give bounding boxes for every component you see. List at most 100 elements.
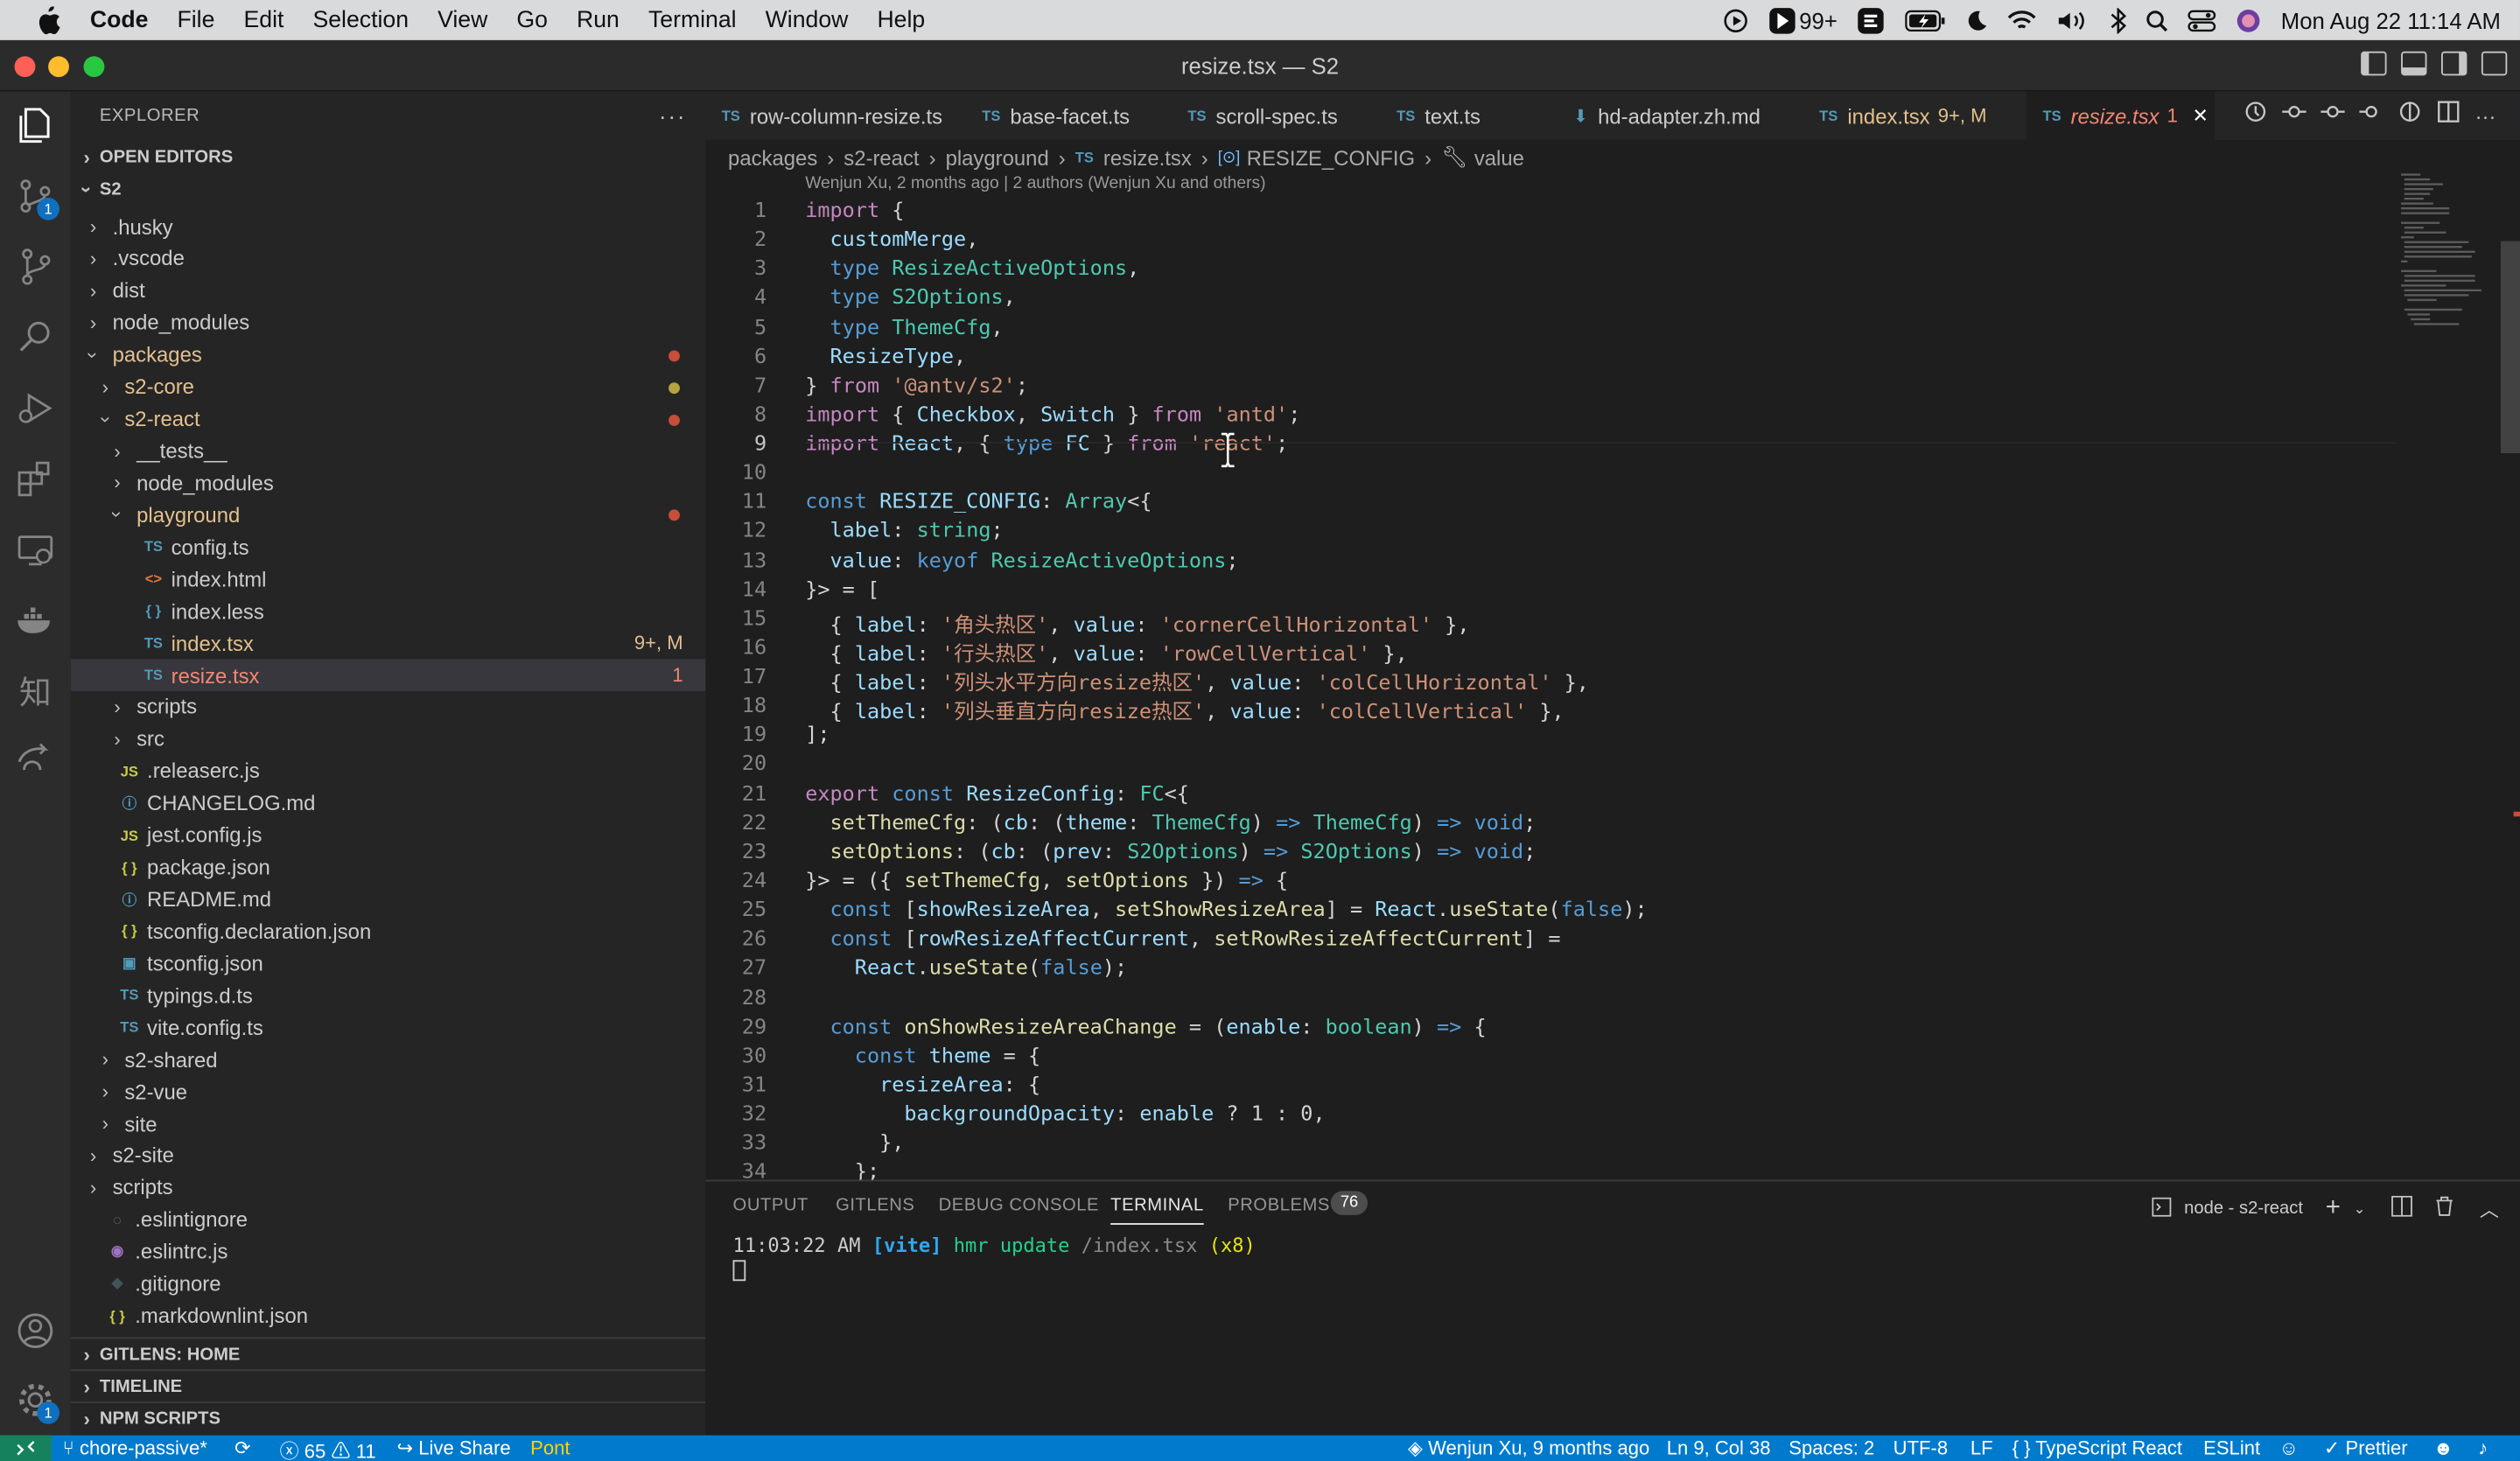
explorer-icon[interactable] [15,104,57,146]
editor-tab[interactable]: TS scroll-spec.ts [1172,92,1381,140]
tree-folder[interactable]: › packages [71,339,706,371]
breadcrumb-item[interactable]: value [1474,145,1524,170]
terminal-name[interactable]: node - s2-react [2184,1199,2303,1219]
tree-file[interactable]: { } tsconfig.declaration.json [71,915,706,947]
tree-folder[interactable]: › scripts [71,691,706,724]
codelens-blame[interactable]: Wenjun Xu, 2 months ago | 2 authors (Wen… [805,173,1265,192]
code-line[interactable]: { label: '列头垂直方向resize热区', value: 'colCe… [805,695,1564,725]
code-line[interactable]: setOptions: (cb: (prev: S2Options) => S2… [805,841,1536,865]
play-circle-icon[interactable] [1722,7,1747,32]
tree-file[interactable]: ▣ tsconfig.json [71,947,706,980]
sync-icon[interactable]: ⟳ [234,1437,250,1459]
tree-folder[interactable]: › s2-react [71,402,706,435]
code-line[interactable]: type ThemeCfg, [805,316,1003,340]
tree-folder[interactable]: › s2-vue [71,1075,706,1108]
code-line[interactable]: ]; [805,724,830,748]
panel-tab-gitlens[interactable]: GITLENS [836,1196,914,1215]
menu-go[interactable]: Go [502,7,563,32]
tree-file[interactable]: ◉ .eslintrc.js [71,1235,706,1268]
next-revision-icon[interactable] [2359,100,2384,132]
breadcrumb-item[interactable]: playground [946,145,1049,170]
tree-file[interactable]: { } package.json [71,851,706,884]
tree-folder[interactable]: › s2-site [71,1140,706,1172]
cursor-position[interactable]: Ln 9, Col 38 [1667,1437,1771,1459]
pont-status[interactable]: Pont [530,1437,570,1459]
panel-tab-terminal[interactable]: TERMINAL [1110,1196,1204,1225]
code-line[interactable]: }, [805,1132,904,1157]
code-line[interactable]: const [rowResizeAffectCurrent, setRowRes… [805,928,1560,953]
tree-file[interactable]: ◌ .eslintignore [71,1204,706,1236]
tree-folder[interactable]: › playground [71,499,706,531]
end-of-line[interactable]: LF [1970,1437,1993,1459]
new-terminal-icon[interactable]: + [2326,1194,2341,1223]
editor-tab[interactable]: TS base-facet.ts [966,92,1172,140]
tree-folder[interactable]: › scripts [71,1171,706,1204]
scrobbles-icon[interactable] [1857,5,1886,34]
tree-folder[interactable]: › node_modules [71,306,706,339]
tree-file[interactable]: ◆ .gitignore [71,1268,706,1300]
tree-file[interactable]: TS config.ts [71,531,706,563]
run-debug-icon[interactable] [15,388,57,430]
docker-icon[interactable] [15,599,57,641]
live-share-icon[interactable] [15,737,57,779]
search-icon[interactable] [15,317,57,359]
previous-revision-icon[interactable] [2282,100,2306,132]
code-line[interactable]: import { Checkbox, Switch } from 'antd'; [805,403,1300,428]
prettier-status[interactable]: ✓ Prettier [2324,1437,2408,1459]
code-line[interactable]: const onShowResizeAreaChange = (enable: … [805,1015,1486,1039]
chevron-down-icon[interactable]: ⌄ [2354,1199,2366,1217]
tree-folder[interactable]: › __tests__ [71,435,706,467]
menu-window[interactable]: Window [751,7,863,32]
more-editor-actions-icon[interactable]: ··· [2475,103,2496,128]
timeline-section[interactable]: › TIMELINE [70,1369,706,1402]
encoding[interactable]: UTF-8 [1894,1437,1948,1459]
close-tab-icon[interactable]: ✕ [2193,104,2208,127]
open-editors-section[interactable]: › OPEN EDITORS [71,142,706,174]
editor-tab[interactable]: TS resize.tsx 1 ✕ [2026,91,2216,140]
toggle-secondary-sidebar-icon[interactable] [2440,51,2468,76]
code-line[interactable]: { label: '列头水平方向resize热区', value: 'colCe… [805,666,1588,696]
accounts-icon[interactable] [15,1310,57,1352]
code-line[interactable]: ResizeType, [805,345,966,369]
more-actions-icon[interactable]: ··· [659,103,686,129]
toggle-panel-icon[interactable] [2401,51,2427,76]
menu-view[interactable]: View [424,7,502,32]
code-line[interactable]: }> = ({ setThemeCfg, setOptions }) => { [805,870,1288,894]
editor-tab[interactable]: ⬇ hd-adapter.zh.md [1558,92,1803,140]
feedback-icon[interactable]: ☻ [2433,1437,2454,1459]
tree-folder[interactable]: › site [71,1108,706,1140]
wifi-icon[interactable] [2008,9,2037,31]
tree-file[interactable]: TS index.tsx 9+, M [71,627,706,660]
tree-file[interactable]: ⓘ README.md [71,884,706,916]
code-line[interactable]: type ResizeActiveOptions, [805,257,1139,282]
tree-file[interactable]: { } .markdownlint.json [71,1300,706,1332]
code-line[interactable]: customMerge, [805,228,978,253]
source-control-gitlens-icon[interactable]: 1 [15,175,60,220]
remote-indicator-icon[interactable] [0,1435,52,1461]
code-line[interactable]: React.useState(false); [805,957,1127,982]
code-line[interactable]: resizeArea: { [805,1073,1040,1098]
tree-folder[interactable]: › node_modules [71,467,706,500]
siri-icon[interactable] [2236,7,2261,32]
eslint-status[interactable]: ESLint [2203,1437,2260,1459]
tree-folder[interactable]: › .husky [71,211,706,243]
code-line[interactable]: } from '@antv/s2'; [805,374,1028,399]
breadcrumb-item[interactable]: resize.tsx [1103,145,1192,170]
menu-edit[interactable]: Edit [229,7,298,32]
code-line[interactable]: type S2Options, [805,287,1015,311]
moon-icon[interactable] [1966,9,1989,31]
code-line[interactable]: label: string; [805,520,1003,544]
breadcrumb-item[interactable]: RESIZE_CONFIG [1247,145,1415,170]
toggle-primary-sidebar-icon[interactable] [2361,51,2387,76]
menu-terminal[interactable]: Terminal [634,7,751,32]
panel-tab-problems[interactable]: PROBLEMS [1228,1196,1330,1215]
code-line[interactable]: const [showResizeArea, setShowResizeArea… [805,898,1647,923]
source-control-icon[interactable] [15,246,57,288]
bluetooth-icon[interactable] [2110,7,2127,33]
menu-selection[interactable]: Selection [298,7,424,32]
code-line[interactable]: backgroundOpacity: enable ? 1 : 0, [805,1102,1325,1127]
tree-file[interactable]: TS resize.tsx 1 [70,659,706,692]
code-line[interactable]: { label: '角头热区', value: 'cornerCellHoriz… [805,607,1469,638]
commit-icon[interactable] [2320,100,2345,132]
git-branch[interactable]: ⑂ chore-passive* [63,1437,207,1459]
